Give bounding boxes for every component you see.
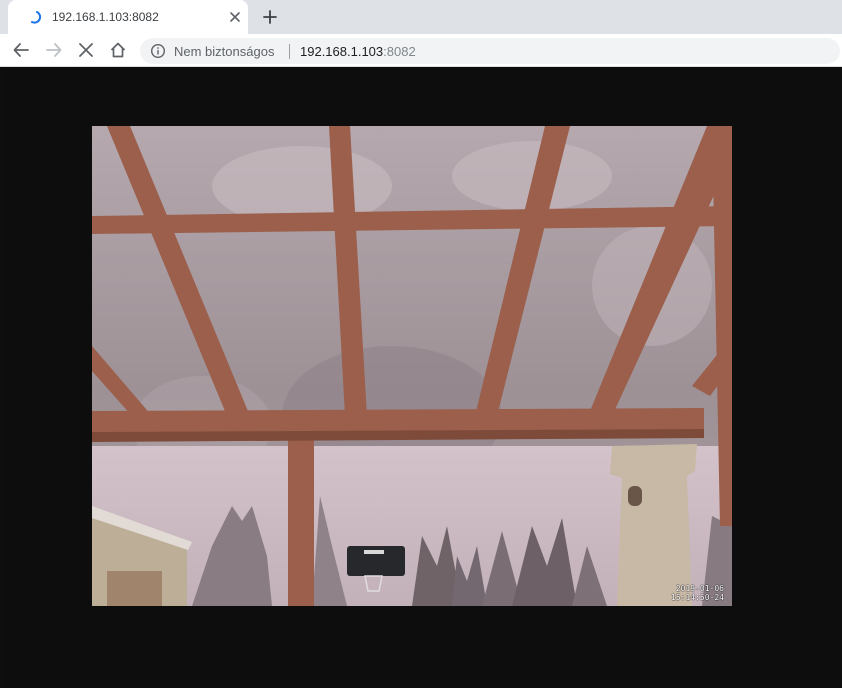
- timestamp-date: 2019-01-06: [675, 584, 724, 593]
- url-text[interactable]: 192.168.1.103:8082: [300, 44, 416, 59]
- page-viewport: 2019-01-06 15:14:50-24: [2, 67, 840, 688]
- active-tab[interactable]: 192.168.1.103:8082: [8, 0, 248, 34]
- camera-scene: [92, 126, 732, 606]
- stop-loading-icon[interactable]: [77, 41, 95, 59]
- tab-title: 192.168.1.103:8082: [52, 10, 159, 24]
- address-divider: [289, 44, 290, 59]
- close-icon[interactable]: [226, 8, 244, 26]
- info-icon[interactable]: [150, 43, 166, 59]
- security-label[interactable]: Nem biztonságos: [174, 44, 274, 59]
- plus-icon[interactable]: [260, 7, 280, 27]
- url-port: :8082: [383, 44, 416, 59]
- stream-timestamp: 2019-01-06 15:14:50-24: [671, 584, 724, 602]
- timestamp-time: 15:14:50-24: [671, 593, 724, 602]
- arrow-right-icon[interactable]: [45, 41, 63, 59]
- url-host: 192.168.1.103: [300, 44, 384, 59]
- home-icon[interactable]: [109, 41, 127, 59]
- browser-toolbar: Nem biztonságos 192.168.1.103:8082: [0, 34, 842, 67]
- arrow-left-icon[interactable]: [12, 41, 30, 59]
- address-bar[interactable]: Nem biztonságos 192.168.1.103:8082: [140, 38, 840, 64]
- loading-spinner-icon: [31, 11, 42, 24]
- camera-stream-image[interactable]: 2019-01-06 15:14:50-24: [92, 126, 732, 606]
- tab-strip: 192.168.1.103:8082: [0, 0, 842, 34]
